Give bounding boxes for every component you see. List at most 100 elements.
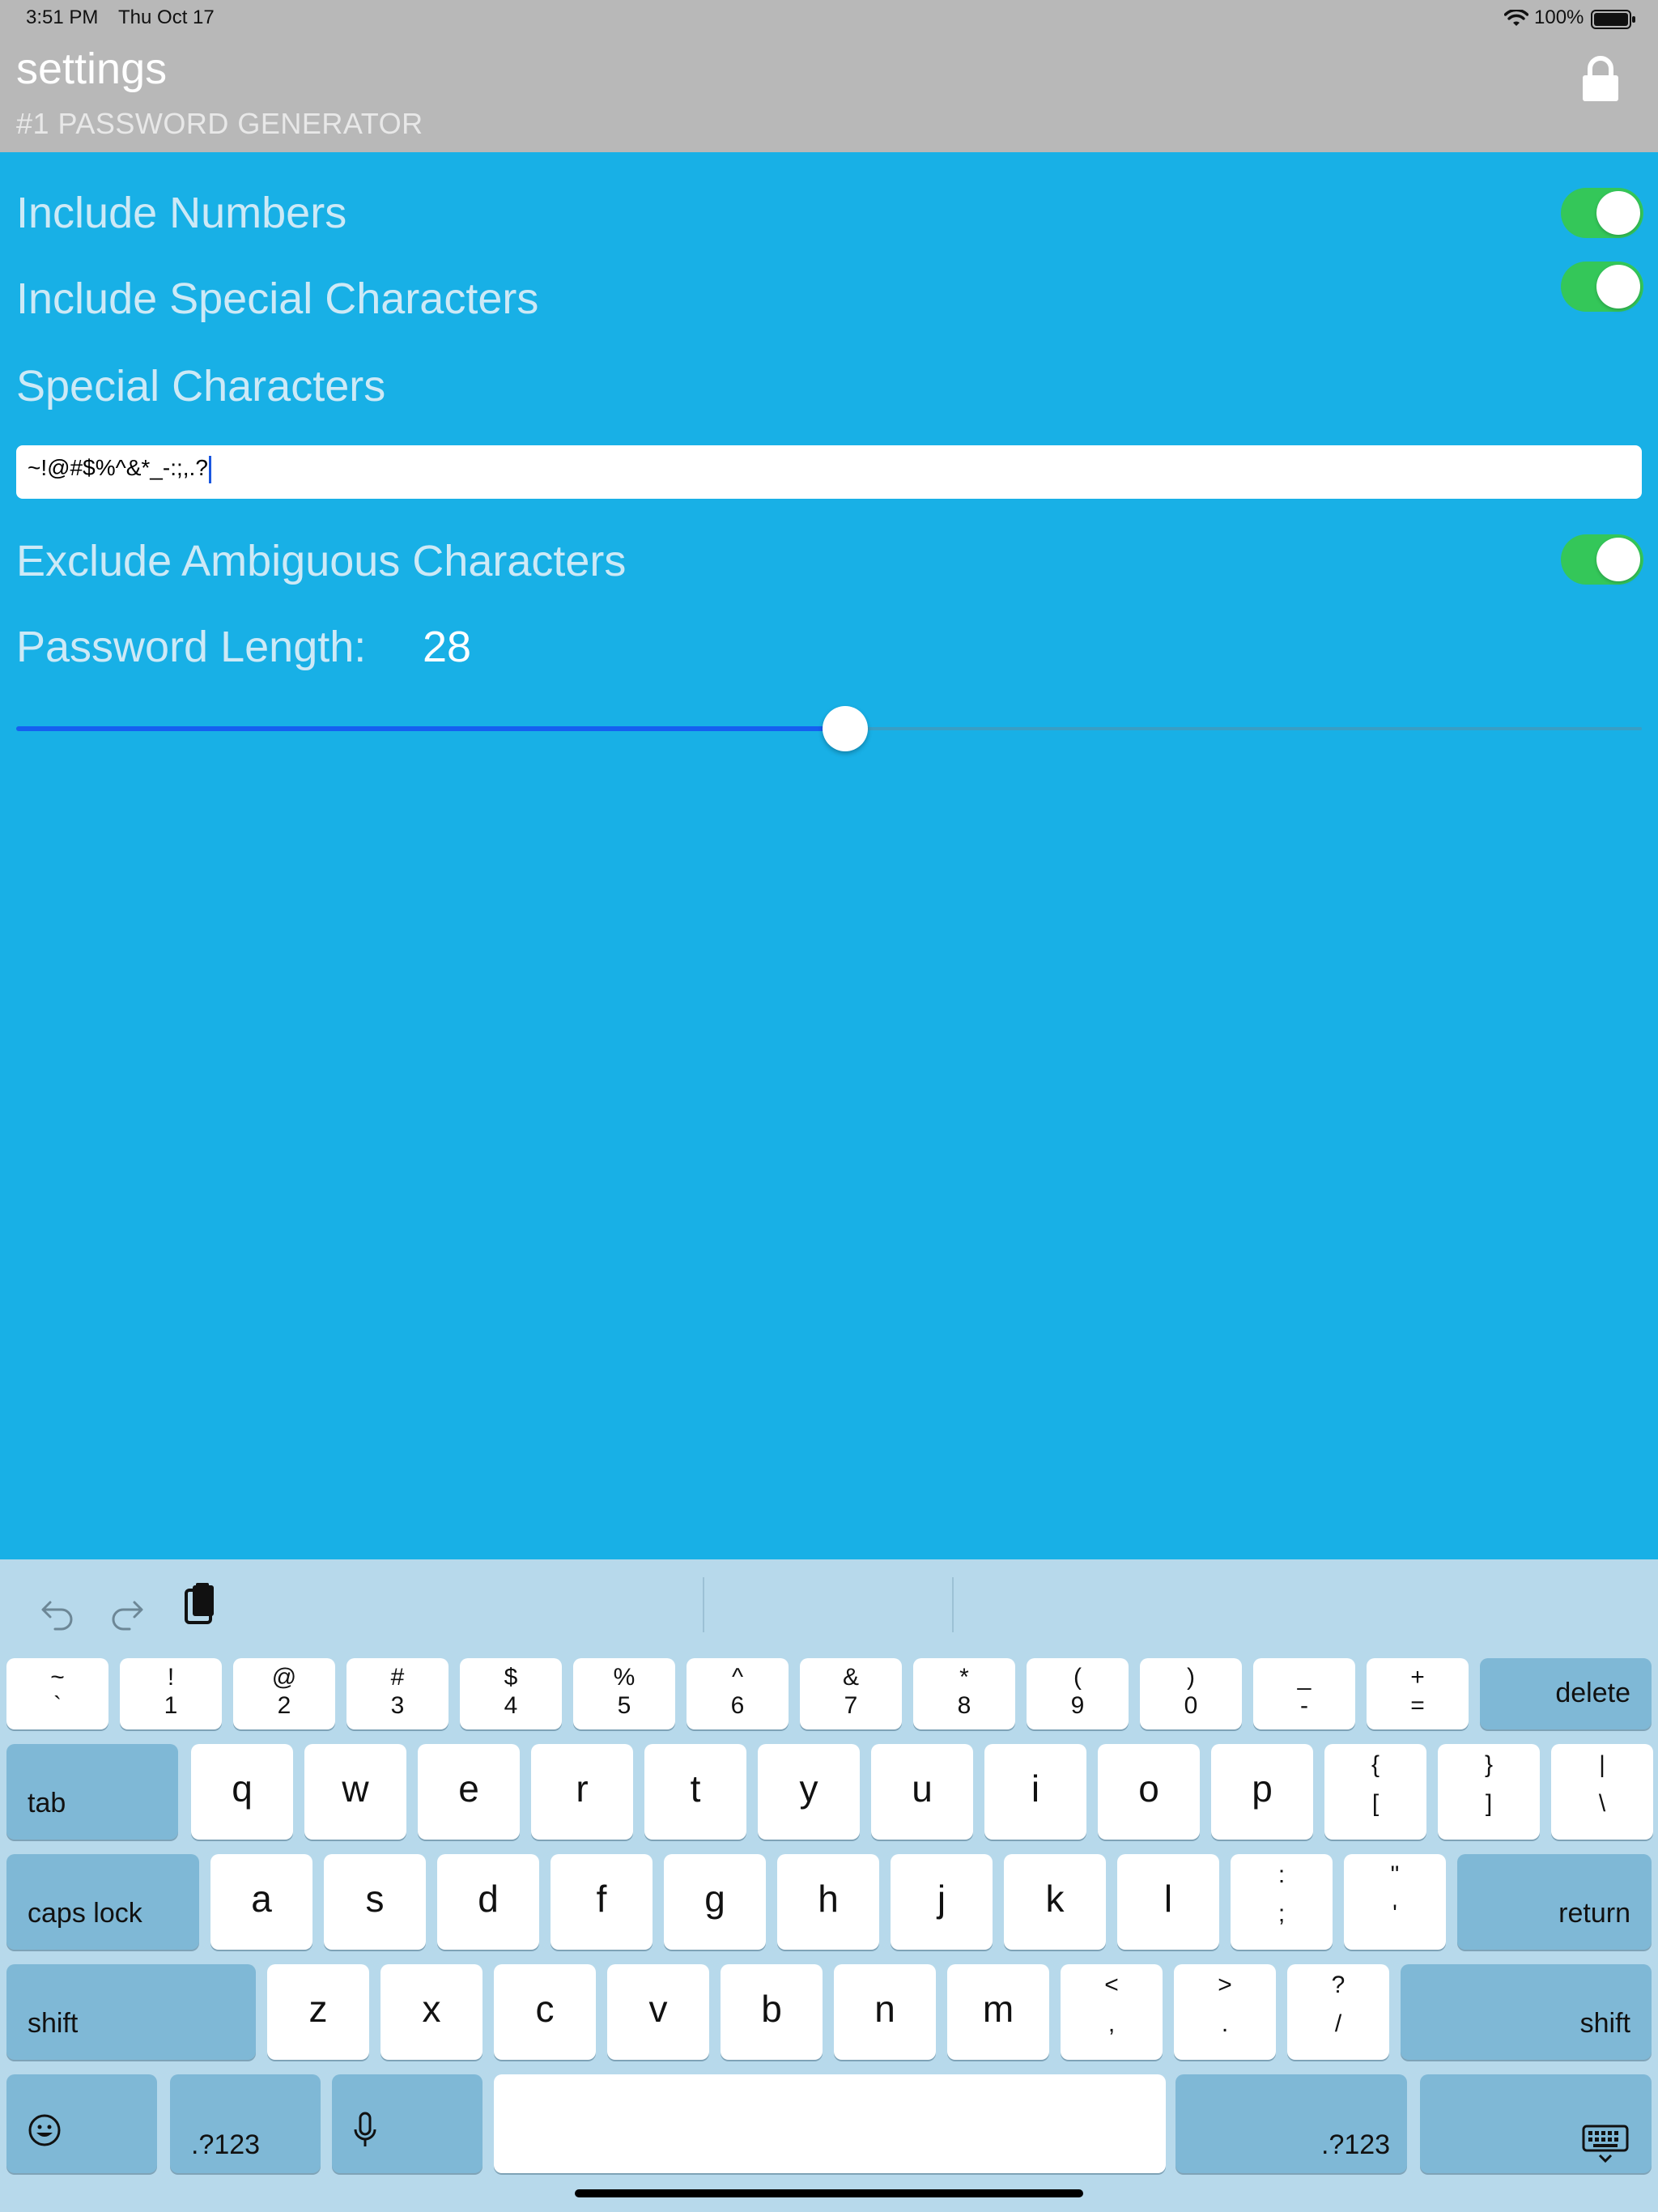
key-symbol-9[interactable]: (9 (1027, 1658, 1129, 1729)
undo-icon[interactable] (39, 1598, 74, 1631)
key-backtick[interactable]: ~ ` (6, 1658, 108, 1729)
key-c[interactable]: c (494, 1964, 596, 2060)
key-punct-0[interactable]: :; (1231, 1854, 1333, 1950)
key-symbol-6[interactable]: ^ 6 (687, 1658, 789, 1729)
key-h[interactable]: h (777, 1854, 879, 1950)
toggle-knob (1596, 265, 1640, 308)
key-s[interactable]: s (324, 1854, 426, 1950)
special-characters-input[interactable]: ~!@#$%^&*_-:;,.? (16, 445, 1642, 499)
numbers-key-left[interactable]: .?123 (170, 2074, 321, 2173)
key-x[interactable]: x (380, 1964, 483, 2060)
key-symbol-11[interactable]: _ - (1253, 1658, 1355, 1729)
key-y[interactable]: y (758, 1744, 860, 1840)
key-g[interactable]: g (664, 1854, 766, 1950)
exclude-ambiguous-toggle[interactable] (1561, 534, 1643, 585)
key-symbol-8[interactable]: * 8 (913, 1658, 1015, 1729)
key-symbol-3[interactable]: #3 (346, 1658, 449, 1729)
key-label: i (1031, 1767, 1040, 1810)
settings-screen: 3:51 PM Thu Oct 17 100% settings #1 PASS… (0, 0, 1658, 2212)
key-r[interactable]: r (531, 1744, 633, 1840)
key-k[interactable]: k (1004, 1854, 1106, 1950)
key-m[interactable]: m (947, 1964, 1049, 2060)
lock-icon[interactable] (1580, 55, 1621, 102)
key-t[interactable]: t (644, 1744, 746, 1840)
key-bracket-1[interactable]: }] (1438, 1744, 1540, 1840)
space-key[interactable] (494, 2074, 1166, 2173)
key-d[interactable]: d (437, 1854, 539, 1950)
caps-lock-key[interactable]: caps lock (6, 1854, 199, 1950)
password-length-slider[interactable] (16, 704, 1642, 753)
include-numbers-toggle[interactable] (1561, 188, 1643, 238)
key-label: b (761, 1988, 782, 2030)
key-a[interactable]: a (210, 1854, 312, 1950)
toggle-knob (1596, 191, 1640, 235)
key-angle-2[interactable]: ? / (1287, 1964, 1389, 2060)
key-w[interactable]: w (304, 1744, 406, 1840)
key-label: h (818, 1878, 839, 1920)
key-label: t (690, 1767, 701, 1810)
key-label: y (799, 1767, 818, 1810)
tab-key[interactable]: tab (6, 1744, 178, 1840)
key-symbol-4[interactable]: $4 (460, 1658, 562, 1729)
key-v[interactable]: v (607, 1964, 709, 2060)
key-p[interactable]: p (1211, 1744, 1313, 1840)
key-q[interactable]: q (191, 1744, 293, 1840)
include-special-toggle[interactable] (1561, 262, 1643, 312)
page-title: settings (16, 45, 168, 93)
key-j[interactable]: j (891, 1854, 993, 1950)
slider-thumb[interactable] (823, 706, 868, 751)
key-label: w (342, 1767, 369, 1810)
key-u[interactable]: u (871, 1744, 973, 1840)
key-shift-label: | (1599, 1751, 1605, 1778)
key-label: a (251, 1878, 272, 1920)
redo-icon[interactable] (110, 1598, 146, 1631)
key-o[interactable]: o (1098, 1744, 1200, 1840)
key-shift-label: : (1278, 1861, 1286, 1888)
key-symbol-7[interactable]: & 7 (800, 1658, 902, 1729)
key-symbol-10[interactable]: ) 0 (1140, 1658, 1242, 1729)
emoji-key[interactable] (6, 2074, 157, 2173)
key-symbol-5[interactable]: % 5 (573, 1658, 675, 1729)
key-symbol-2[interactable]: @2 (233, 1658, 335, 1729)
paste-icon[interactable] (183, 1582, 219, 1626)
key-symbol-12[interactable]: + = (1367, 1658, 1469, 1729)
key-bracket-0[interactable]: {[ (1324, 1744, 1426, 1840)
keyboard-dismiss-icon (1582, 2125, 1629, 2163)
key-i[interactable]: i (984, 1744, 1086, 1840)
battery-percent: 100% (1534, 6, 1584, 28)
include-special-label: Include Special Characters (16, 274, 539, 323)
numbers-key-right[interactable]: .?123 (1175, 2074, 1407, 2173)
shift-key-left[interactable]: shift (6, 1964, 256, 2060)
numbers-key-label: .?123 (1321, 2129, 1391, 2160)
key-label: 7 (844, 1692, 858, 1719)
key-angle-0[interactable]: <, (1061, 1964, 1163, 2060)
key-punct-1[interactable]: " ' (1344, 1854, 1446, 1950)
key-angle-1[interactable]: >. (1174, 1964, 1276, 2060)
key-z[interactable]: z (267, 1964, 369, 2060)
key-l[interactable]: l (1117, 1854, 1219, 1950)
return-key[interactable]: return (1457, 1854, 1652, 1950)
key-label: d (478, 1878, 499, 1920)
key-shift-label: } (1484, 1751, 1494, 1778)
key-label: j (937, 1878, 946, 1920)
key-bracket-2[interactable]: | \ (1551, 1744, 1653, 1840)
text-caret (208, 455, 211, 483)
key-f[interactable]: f (551, 1854, 653, 1950)
key-label: x (422, 1988, 441, 2030)
key-label: r (576, 1767, 589, 1810)
delete-key[interactable]: delete (1480, 1658, 1652, 1729)
key-b[interactable]: b (721, 1964, 823, 2060)
key-label: q (232, 1767, 253, 1810)
key-label: 4 (504, 1692, 518, 1719)
numbers-key-label: .?123 (191, 2129, 261, 2160)
battery-icon (1591, 10, 1635, 29)
hide-keyboard-key[interactable] (1420, 2074, 1652, 2173)
page-subtitle: #1 PASSWORD GENERATOR (16, 107, 423, 140)
shift-key-right[interactable]: shift (1401, 1964, 1652, 2060)
key-symbol-1[interactable]: ! 1 (120, 1658, 222, 1729)
key-n[interactable]: n (834, 1964, 936, 2060)
key-shift-label: + (1410, 1664, 1425, 1691)
key-e[interactable]: e (418, 1744, 520, 1840)
dictation-key[interactable] (332, 2074, 483, 2173)
key-shift-label: ? (1331, 1972, 1346, 1998)
